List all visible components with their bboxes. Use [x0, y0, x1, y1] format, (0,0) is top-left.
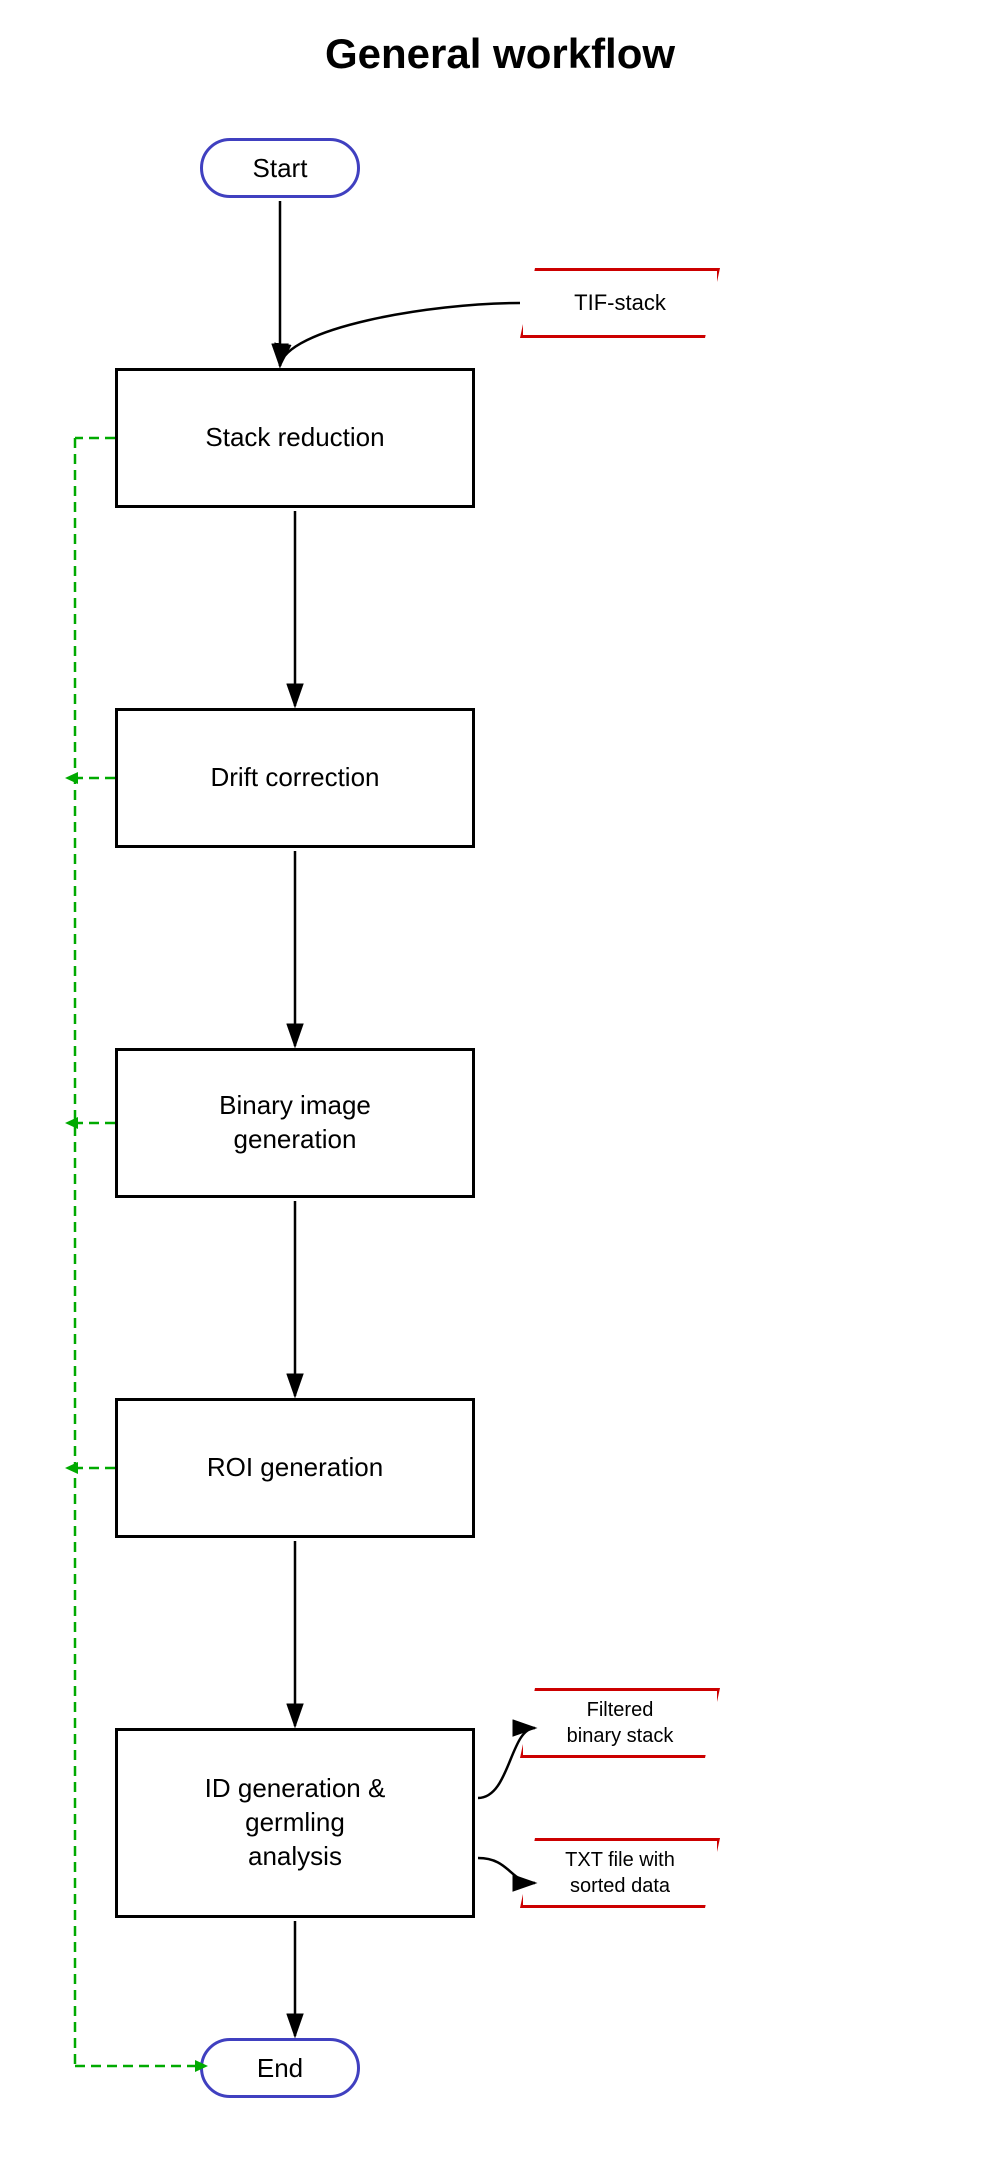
binary-image-box: Binary image generation — [115, 1048, 475, 1198]
start-node: Start — [200, 138, 360, 198]
start-label: Start — [253, 153, 308, 184]
drift-correction-box: Drift correction — [115, 708, 475, 848]
roi-generation-box: ROI generation — [115, 1398, 475, 1538]
roi-generation-label: ROI generation — [207, 1451, 383, 1485]
tif-stack-node: TIF-stack — [520, 268, 720, 338]
filtered-binary-label: Filtered binary stack — [567, 1697, 674, 1749]
end-label: End — [257, 2053, 303, 2084]
filtered-binary-node: Filtered binary stack — [520, 1688, 720, 1758]
stack-reduction-label: Stack reduction — [205, 421, 384, 455]
page-title: General workflow — [0, 0, 1000, 98]
id-generation-box: ID generation & germling analysis — [115, 1728, 475, 1918]
end-node: End — [200, 2038, 360, 2098]
tif-stack-label: TIF-stack — [574, 289, 666, 318]
txt-file-label: TXT file with sorted data — [565, 1847, 675, 1899]
drift-correction-label: Drift correction — [210, 761, 379, 795]
txt-file-node: TXT file with sorted data — [520, 1838, 720, 1908]
stack-reduction-box: Stack reduction — [115, 368, 475, 508]
id-generation-label: ID generation & germling analysis — [205, 1772, 386, 1873]
binary-image-label: Binary image generation — [219, 1089, 371, 1157]
